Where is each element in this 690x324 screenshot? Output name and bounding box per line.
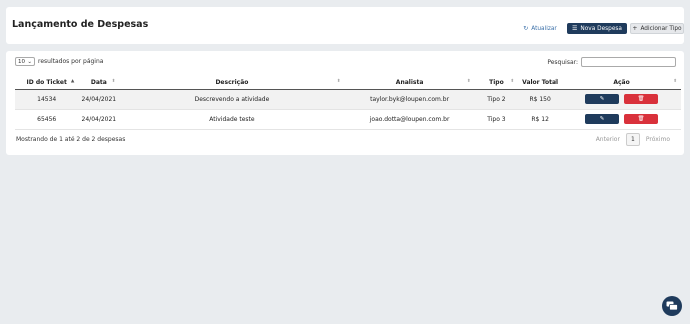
trash-icon: 🗑 xyxy=(637,96,645,102)
cell-date: 24/04/2021 xyxy=(78,109,120,130)
cell-analyst: joao.dotta@loupen.com.br xyxy=(344,109,475,130)
expenses-table: ID do Ticket ▲ Data ⬍ Descrição ⬍ Analista ⬍… xyxy=(15,76,681,130)
refresh-icon: ↻ xyxy=(523,24,529,32)
plus-icon: + xyxy=(632,24,638,32)
new-expense-button[interactable]: ☰ Nova Despesa xyxy=(567,23,627,34)
delete-button[interactable]: 🗑 xyxy=(624,94,659,104)
cell-date: 24/04/2021 xyxy=(78,89,120,110)
page-title: Lançamento de Despesas xyxy=(12,19,149,30)
sort-icon: ⬍ xyxy=(336,79,341,84)
edit-button[interactable]: ✎ xyxy=(585,94,620,104)
cell-id: 65456 xyxy=(15,109,79,130)
trash-icon: 🗑 xyxy=(637,116,645,122)
table-header-row: ID do Ticket ▲ Data ⬍ Descrição ⬍ Analista ⬍… xyxy=(15,76,681,90)
chat-icon xyxy=(666,301,678,310)
cell-total: R$ 12 xyxy=(518,109,563,130)
cell-description: Atividade teste xyxy=(119,109,345,130)
sort-icon: ⬍ xyxy=(466,79,471,84)
previous-page-button[interactable]: Anterior xyxy=(590,136,626,143)
chat-button[interactable] xyxy=(662,296,682,316)
column-header-date[interactable]: Data ⬍ xyxy=(78,76,120,90)
cell-type: Tipo 2 xyxy=(474,89,519,110)
sort-icon: ⬍ xyxy=(673,79,677,84)
table-info: Mostrando de 1 até 2 de 2 despesas xyxy=(16,136,126,143)
cell-actions: ✎ 🗑 xyxy=(562,109,681,130)
column-header-action[interactable]: Ação ⬍ xyxy=(562,76,681,90)
cell-type: Tipo 3 xyxy=(474,109,519,130)
refresh-button[interactable]: ↻ Atualizar xyxy=(522,23,558,34)
new-expense-label: Nova Despesa xyxy=(580,25,622,32)
page-length-select[interactable]: 10 ⌄ xyxy=(15,57,35,66)
cell-id: 14534 xyxy=(15,89,79,110)
cell-actions: ✎ 🗑 xyxy=(562,89,681,110)
sort-icon: ⬍ xyxy=(554,79,559,84)
cell-description: Descrevendo a atividade xyxy=(119,89,345,110)
pencil-icon: ✎ xyxy=(599,116,605,122)
add-type-button[interactable]: + Adicionar Tipo xyxy=(630,23,684,34)
column-header-total[interactable]: Valor Total ⬍ xyxy=(518,76,563,90)
page-length-label: resultados por página xyxy=(38,58,104,65)
search-input[interactable] xyxy=(581,57,676,67)
page-length-value: 10 xyxy=(18,58,25,65)
table-row: 14534 24/04/2021 Descrevendo a atividade… xyxy=(15,89,681,110)
next-page-button[interactable]: Próximo xyxy=(640,136,676,143)
search-control: Pesquisar: xyxy=(547,57,676,67)
page-1-button[interactable]: 1 xyxy=(625,133,640,146)
column-header-type[interactable]: Tipo ⬍ xyxy=(474,76,519,90)
pencil-icon: ✎ xyxy=(599,96,605,102)
cell-total: R$ 150 xyxy=(518,89,563,110)
chevron-down-icon: ⌄ xyxy=(27,58,32,65)
list-icon: ☰ xyxy=(572,24,578,32)
delete-button[interactable]: 🗑 xyxy=(624,114,659,124)
page-length-control: 10 ⌄ resultados por página xyxy=(15,57,103,66)
sort-icon: ⬍ xyxy=(111,79,116,84)
edit-button[interactable]: ✎ xyxy=(585,114,620,124)
sort-icon: ⬍ xyxy=(510,79,515,84)
column-header-analyst[interactable]: Analista ⬍ xyxy=(344,76,475,90)
sort-asc-icon: ▲ xyxy=(70,79,75,84)
search-label: Pesquisar: xyxy=(547,58,578,66)
refresh-label: Atualizar xyxy=(531,25,557,32)
header-card: Lançamento de Despesas ↻ Atualizar ☰ Nov… xyxy=(6,7,684,44)
table-row: 65456 24/04/2021 Atividade teste joao.do… xyxy=(15,109,681,130)
add-type-label: Adicionar Tipo xyxy=(640,25,682,32)
pagination: Anterior 1 Próximo xyxy=(590,133,676,146)
cell-analyst: taylor.byk@loupen.com.br xyxy=(344,89,475,110)
column-header-description[interactable]: Descrição ⬍ xyxy=(119,76,345,90)
expenses-card: 10 ⌄ resultados por página Pesquisar: ID… xyxy=(6,51,684,155)
column-header-id[interactable]: ID do Ticket ▲ xyxy=(15,76,79,90)
